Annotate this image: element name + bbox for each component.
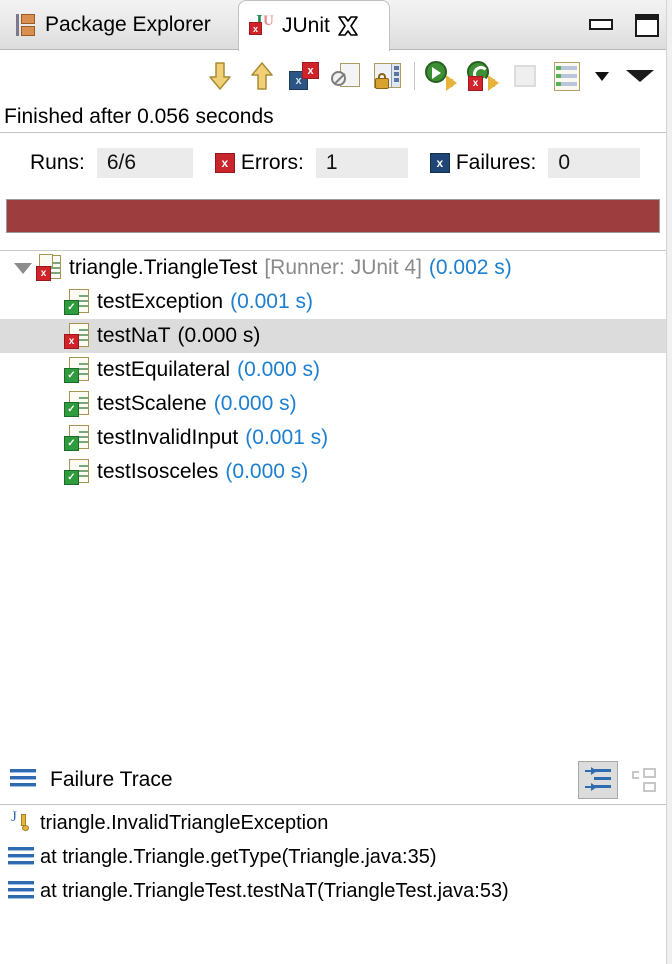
show-failures-only-button[interactable]: x x [283,55,325,97]
errors-label: Errors: [240,151,304,174]
test-name: testNaT [97,324,171,347]
stack-frame-icon [8,847,34,867]
rerun-failed-icon: x [467,61,499,91]
next-failure-button[interactable] [199,55,241,97]
error-x-icon: x [214,153,235,173]
tree-row-testNaT[interactable]: x testNaT (0.000 s) [0,319,672,353]
failures-value: 0 [548,148,641,178]
failure-trace-text: triangle.InvalidTriangleException [40,811,329,834]
scroll-lock-icon [373,62,403,90]
previous-failure-button[interactable] [241,55,283,97]
test-name: testInvalidInput [97,426,239,449]
show-ignored-button[interactable] [325,55,367,97]
pin-console-button[interactable] [624,761,664,799]
filter-stack-trace-icon [585,767,611,793]
test-name: testScalene [97,392,207,415]
view-menu-icon [626,70,654,82]
counter-panel: Runs: 6/6 x Errors: 1 x Failures: 0 [0,140,672,186]
test-time: (0.000 s) [213,392,297,415]
tree-row-testInvalidInput[interactable]: ✓ testInvalidInput (0.001 s) [0,421,672,455]
chevron-down-icon[interactable] [10,262,36,274]
pin-console-icon [632,768,656,792]
runs-label: Runs: [30,151,85,174]
failure-trace-title: Failure Trace [50,767,173,791]
test-pass-icon: ✓ [64,391,89,417]
test-name: testEquilateral [97,358,231,381]
tab-junit-label: JUnit [282,14,330,37]
status-text: Finished after 0.056 seconds [4,104,274,128]
test-tree[interactable]: x triangle.TriangleTest [Runner: JUnit 4… [0,250,672,755]
tree-row-testException[interactable]: ✓ testException (0.001 s) [0,285,672,319]
failure-trace-header: Failure Trace [0,755,672,805]
test-time: (0.000 s) [177,324,261,347]
failures-filter-icon: x x [289,62,319,90]
failure-trace-row-frame-2[interactable]: at triangle.TriangleTest.testNaT(Triangl… [0,874,672,908]
tab-junit[interactable]: J U x JUnit [238,0,390,51]
tree-row-testEquilateral[interactable]: ✓ testEquilateral (0.000 s) [0,353,672,387]
exception-icon: J [8,809,34,835]
ignored-tests-icon [331,62,361,90]
errors-value: 1 [315,148,408,178]
test-time: (0.000 s) [237,358,320,381]
test-pass-icon: ✓ [64,425,89,451]
arrow-down-icon [208,61,232,91]
rerun-test-button[interactable] [420,55,462,97]
progress-fill [7,200,659,232]
test-pass-icon: ✓ [64,289,89,315]
toolbar-separator [414,62,415,90]
test-time: (0.000 s) [225,460,309,483]
failure-trace-text: at triangle.Triangle.getType(Triangle.ja… [40,845,437,868]
test-fail-icon: x [64,323,89,349]
view-tab-bar: Package Explorer J U x JUnit [0,0,672,51]
scroll-lock-button[interactable] [367,55,409,97]
test-name: testIsosceles [97,460,219,483]
junit-icon: J U x [249,11,275,39]
tree-row-testIsosceles[interactable]: ✓ testIsosceles (0.000 s) [0,455,672,489]
failure-trace-toolbar [578,761,664,799]
view-menu-button[interactable] [614,55,666,97]
test-history-icon [554,61,580,91]
failure-x-icon: x [429,153,450,173]
stack-frame-icon [8,881,34,901]
test-name: testException [97,290,224,313]
junit-toolbar: x x x [0,51,672,101]
rerun-icon [425,61,457,91]
test-time: (0.001 s) [245,426,329,449]
failure-trace-list[interactable]: J triangle.InvalidTriangleException at t… [0,806,672,964]
tree-row-testScalene[interactable]: ✓ testScalene (0.000 s) [0,387,672,421]
rerun-failed-button[interactable]: x [462,55,504,97]
stop-icon [514,65,536,87]
arrow-up-icon [250,61,274,91]
view-right-edge [666,0,672,964]
test-history-button[interactable] [546,55,588,97]
tree-root-label: triangle.TriangleTest [69,256,258,279]
stop-button[interactable] [504,55,546,97]
test-time: (0.001 s) [230,290,313,313]
test-pass-icon: ✓ [64,459,89,485]
tree-root-runner: [Runner: JUnit 4] [264,256,422,279]
tab-package-explorer-label: Package Explorer [45,13,211,36]
close-icon[interactable] [337,15,359,37]
tab-package-explorer[interactable]: Package Explorer [2,0,225,50]
minimize-icon[interactable] [586,12,613,36]
tree-row-root[interactable]: x triangle.TriangleTest [Runner: JUnit 4… [0,251,672,285]
test-progress-bar [6,199,660,233]
chevron-down-icon [595,71,609,81]
tree-root-time: (0.002 s) [428,256,512,279]
failure-trace-row-exception[interactable]: J triangle.InvalidTriangleException [0,806,672,840]
status-line: Finished after 0.056 seconds [0,101,672,133]
failure-trace-text: at triangle.TriangleTest.testNaT(Triangl… [40,879,509,902]
test-pass-icon: ✓ [64,357,89,383]
failures-label: Failures: [455,151,537,174]
package-explorer-icon [16,13,36,37]
test-class-fail-icon: x [36,254,61,281]
filter-stack-trace-button[interactable] [578,761,618,799]
test-history-dropdown[interactable] [588,55,614,97]
maximize-icon[interactable] [632,12,659,37]
window-controls [586,12,659,37]
failure-trace-row-frame-1[interactable]: at triangle.Triangle.getType(Triangle.ja… [0,840,672,874]
stack-trace-icon [10,768,36,791]
runs-value: 6/6 [96,148,193,178]
